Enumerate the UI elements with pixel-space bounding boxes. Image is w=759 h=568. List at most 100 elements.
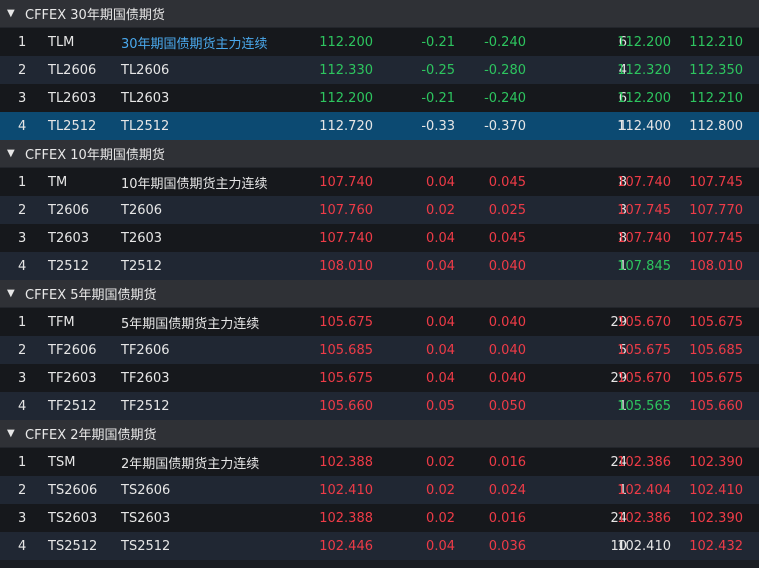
last-price: 102.388 — [319, 510, 373, 526]
price-change: 0.02 — [426, 454, 455, 470]
row-index: 4 — [18, 538, 27, 554]
contract-name: 5年期国债期货主力连续 — [121, 316, 260, 332]
collapse-triangle-icon[interactable]: ▼ — [7, 428, 21, 439]
row-index: 3 — [18, 510, 27, 526]
group-header[interactable]: ▼ CFFEX 10年期国债期货 — [0, 140, 759, 168]
contract-name: T2606 — [121, 202, 163, 218]
contract-name: TL2512 — [121, 118, 170, 134]
bid-price: 105.670 — [617, 314, 671, 330]
last-price: 102.446 — [319, 538, 373, 554]
change-percent: 0.045 — [488, 174, 526, 190]
quote-row[interactable]: 1 TSM 2年期国债期货主力连续 102.388 0.02 0.016 24 102.386… — [0, 448, 759, 476]
contract-code: T2606 — [48, 202, 90, 218]
collapse-triangle-icon[interactable]: ▼ — [7, 148, 21, 159]
quote-row[interactable]: 4 TL2512 TL2512 112.720 -0.33 -0.370 1 112.400 1… — [0, 112, 759, 140]
quote-row[interactable]: 4 T2512 T2512 108.010 0.04 0.040 1 107.845 108.0… — [0, 252, 759, 280]
price-change: 0.04 — [426, 174, 455, 190]
collapse-triangle-icon[interactable]: ▼ — [7, 288, 21, 299]
last-price: 107.760 — [319, 202, 373, 218]
change-percent: -0.240 — [484, 90, 526, 106]
ask-price: 107.745 — [689, 174, 743, 190]
contract-name: TS2603 — [121, 510, 171, 526]
ask-price: 102.410 — [689, 482, 743, 498]
price-change: -0.21 — [421, 34, 455, 50]
last-price: 105.675 — [319, 370, 373, 386]
bid-price: 107.740 — [617, 230, 671, 246]
row-index: 2 — [18, 62, 27, 78]
ask-price: 112.350 — [689, 62, 743, 78]
quote-row[interactable]: 2 TL2606 TL2606 112.330 -0.25 -0.280 4 112.320 1… — [0, 56, 759, 84]
quote-row[interactable]: 2 T2606 T2606 107.760 0.02 0.025 3 107.745 107.7… — [0, 196, 759, 224]
change-percent: 0.040 — [488, 314, 526, 330]
group-title: CFFEX 10年期国债期货 — [25, 148, 165, 163]
row-index: 3 — [18, 230, 27, 246]
row-index: 1 — [18, 174, 27, 190]
bid-price: 105.675 — [617, 342, 671, 358]
bid-price: 102.404 — [617, 482, 671, 498]
contract-name: TL2603 — [121, 90, 170, 106]
contract-name: T2512 — [121, 258, 163, 274]
quote-row[interactable]: 1 TFM 5年期国债期货主力连续 105.675 0.04 0.040 29 105.670… — [0, 308, 759, 336]
bid-price: 112.200 — [617, 90, 671, 106]
price-change: 0.04 — [426, 258, 455, 274]
quote-row[interactable]: 1 TLM 30年期国债期货主力连续 112.200 -0.21 -0.240 6 112.2… — [0, 28, 759, 56]
change-percent: -0.240 — [484, 34, 526, 50]
quote-row[interactable]: 4 TF2512 TF2512 105.660 0.05 0.050 1 105.565 105… — [0, 392, 759, 420]
contract-name: TF2603 — [121, 370, 170, 386]
contract-code: TS2606 — [48, 482, 98, 498]
ask-price: 107.745 — [689, 230, 743, 246]
contract-code: TF2512 — [48, 398, 97, 414]
contract-code: TS2603 — [48, 510, 98, 526]
contract-name: TF2606 — [121, 342, 170, 358]
contract-name: TS2606 — [121, 482, 171, 498]
contract-code: TF2603 — [48, 370, 97, 386]
row-index: 3 — [18, 90, 27, 106]
row-index: 3 — [18, 370, 27, 386]
contract-name: 2年期国债期货主力连续 — [121, 456, 260, 472]
contract-name: 10年期国债期货主力连续 — [121, 176, 268, 192]
quote-row[interactable]: 3 TL2603 TL2603 112.200 -0.21 -0.240 6 112.200 1… — [0, 84, 759, 112]
change-percent: 0.040 — [488, 258, 526, 274]
quote-row[interactable]: 3 TF2603 TF2603 105.675 0.04 0.040 29 105.670 10… — [0, 364, 759, 392]
contract-name: TS2512 — [121, 538, 171, 554]
contract-code: T2603 — [48, 230, 90, 246]
last-price: 105.685 — [319, 342, 373, 358]
price-change: 0.02 — [426, 202, 455, 218]
ask-price: 105.685 — [689, 342, 743, 358]
row-index: 1 — [18, 454, 27, 470]
quote-row[interactable]: 4 TS2512 TS2512 102.446 0.04 0.036 10 102.410 10… — [0, 532, 759, 560]
bid-price: 112.400 — [617, 118, 671, 134]
last-price: 112.720 — [319, 118, 373, 134]
group-header[interactable]: ▼ CFFEX 5年期国债期货 — [0, 280, 759, 308]
change-percent: 0.024 — [488, 482, 526, 498]
group-header[interactable]: ▼ CFFEX 30年期国债期货 — [0, 0, 759, 28]
last-price: 105.675 — [319, 314, 373, 330]
price-change: -0.21 — [421, 90, 455, 106]
contract-code: TL2603 — [48, 90, 97, 106]
price-change: 0.02 — [426, 482, 455, 498]
contract-code: TL2512 — [48, 118, 97, 134]
last-price: 102.410 — [319, 482, 373, 498]
group-header[interactable]: ▼ CFFEX 2年期国债期货 — [0, 420, 759, 448]
last-price: 112.200 — [319, 34, 373, 50]
collapse-triangle-icon[interactable]: ▼ — [7, 8, 21, 19]
contract-name: 30年期国债期货主力连续 — [121, 36, 268, 52]
quote-row[interactable]: 2 TF2606 TF2606 105.685 0.04 0.040 5 105.675 105… — [0, 336, 759, 364]
price-change: 0.04 — [426, 342, 455, 358]
ask-price: 112.210 — [689, 90, 743, 106]
quote-row[interactable]: 3 TS2603 TS2603 102.388 0.02 0.016 24 102.386 10… — [0, 504, 759, 532]
bid-price: 107.745 — [617, 202, 671, 218]
last-price: 112.200 — [319, 90, 373, 106]
row-index: 4 — [18, 118, 27, 134]
bid-price: 102.386 — [617, 510, 671, 526]
quote-row[interactable]: 1 TM 10年期国债期货主力连续 107.740 0.04 0.045 8 107.740 1… — [0, 168, 759, 196]
last-price: 107.740 — [319, 230, 373, 246]
contract-name: TL2606 — [121, 62, 170, 78]
quote-row[interactable]: 3 T2603 T2603 107.740 0.04 0.045 8 107.740 107.7… — [0, 224, 759, 252]
quote-row[interactable]: 2 TS2606 TS2606 102.410 0.02 0.024 1 102.404 102… — [0, 476, 759, 504]
bid-price: 102.386 — [617, 454, 671, 470]
last-price: 105.660 — [319, 398, 373, 414]
last-price: 107.740 — [319, 174, 373, 190]
change-percent: -0.280 — [484, 62, 526, 78]
last-price: 112.330 — [319, 62, 373, 78]
